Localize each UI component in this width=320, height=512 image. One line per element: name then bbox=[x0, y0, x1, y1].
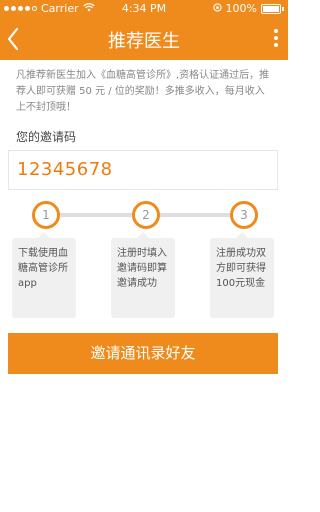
more-dot-icon bbox=[274, 36, 278, 40]
status-right: 100% bbox=[212, 2, 284, 15]
invite-contacts-button[interactable]: 邀请通讯录好友 bbox=[8, 333, 278, 374]
step-2-circle: 2 bbox=[132, 201, 160, 229]
battery-tip bbox=[282, 6, 284, 11]
battery-icon bbox=[261, 3, 281, 14]
nav-bar: 推荐医生 bbox=[0, 18, 288, 60]
step-1-circle: 1 bbox=[32, 201, 60, 229]
battery-label: 100% bbox=[225, 2, 257, 15]
more-dot-icon bbox=[274, 29, 278, 33]
invite-code-label: 您的邀请码 bbox=[16, 130, 77, 144]
step-3-card: 注册成功双方即可获得100元现金 bbox=[210, 232, 274, 318]
invite-code-box[interactable]: 12345678 bbox=[8, 150, 278, 190]
step-2-card: 注册时填入邀请码即算邀请成功 bbox=[111, 232, 175, 318]
more-dot-icon bbox=[274, 43, 278, 47]
invite-code-value: 12345678 bbox=[17, 159, 113, 180]
step-3-text: 注册成功双方即可获得100元现金 bbox=[216, 248, 266, 289]
step-3-circle: 3 bbox=[230, 201, 258, 229]
step-1-text: 下载使用血糖高管诊所app bbox=[18, 248, 68, 289]
reward-description: 凡推荐新医生加入《血糖高管诊所》,资格认证通过后，推荐人即可获赠 50 元 / … bbox=[16, 70, 270, 113]
orientation-lock-icon bbox=[212, 2, 222, 15]
status-bar: Carrier 4:34 PM 100% bbox=[0, 0, 288, 18]
page-title: 推荐医生 bbox=[108, 31, 180, 52]
step-2-text: 注册时填入邀请码即算邀请成功 bbox=[117, 248, 167, 289]
more-menu-button[interactable] bbox=[274, 29, 278, 47]
step-1-card: 下载使用血糖高管诊所app bbox=[12, 232, 76, 318]
